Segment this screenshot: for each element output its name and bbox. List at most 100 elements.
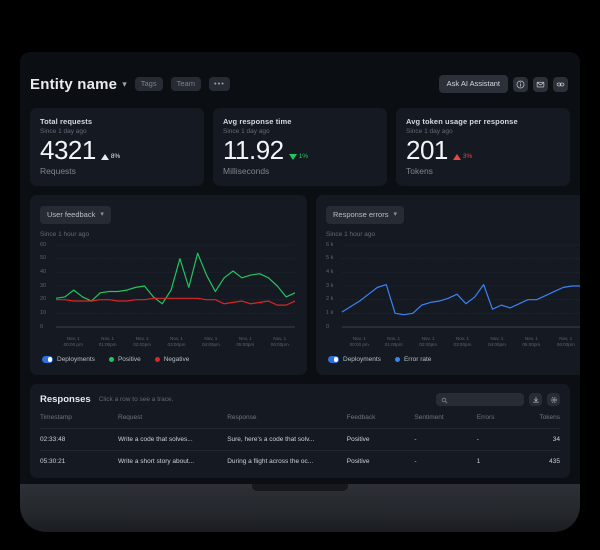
legend-label: Error rate bbox=[404, 356, 431, 363]
column-timestamp[interactable]: Timestamp bbox=[40, 414, 118, 429]
y-axis-tick: 3 k bbox=[326, 283, 333, 289]
cell-response: Sure, here's a code that solv... bbox=[227, 429, 347, 451]
chart-line-positive bbox=[56, 253, 295, 304]
page-title: Entity name bbox=[30, 76, 117, 93]
column-request[interactable]: Request bbox=[118, 414, 227, 429]
card-delta: 8% bbox=[101, 153, 120, 160]
chart-plot-response-errors: 6 k5 k4 k3 k2 k1 k0 bbox=[326, 242, 580, 335]
metric-card-avg-token-usage[interactable]: Avg token usage per response Since 1 day… bbox=[396, 108, 570, 186]
column-sentiment[interactable]: Sentiment bbox=[414, 414, 476, 429]
table-row[interactable]: 05:30:21 Write a short story about... Du… bbox=[40, 451, 560, 473]
chevron-down-icon[interactable]: ▾ bbox=[122, 79, 127, 90]
gear-icon[interactable] bbox=[547, 393, 560, 406]
column-response[interactable]: Response bbox=[227, 414, 347, 429]
response-errors-selector[interactable]: Response errors ▾ bbox=[326, 206, 404, 224]
user-feedback-selector[interactable]: User feedback ▾ bbox=[40, 206, 111, 224]
y-axis-tick: 2 k bbox=[326, 296, 333, 302]
toggle-icon[interactable] bbox=[42, 356, 53, 363]
x-axis-response-errors: Nov, 100:00 pmNov, 101:00pmNov, 102:00pm… bbox=[342, 336, 580, 348]
legend-user-feedback: Deployments Positive Negative bbox=[42, 356, 297, 363]
x-axis-tick: Nov, 101:00pm bbox=[90, 336, 124, 348]
column-feedback[interactable]: Feedback bbox=[347, 414, 415, 429]
toggle-icon[interactable] bbox=[328, 356, 339, 363]
cell-response: During a flight across the oc... bbox=[227, 451, 347, 473]
link-icon[interactable] bbox=[553, 77, 568, 92]
x-axis-tick: Nov, 104:00pm bbox=[194, 336, 228, 348]
legend-item-positive[interactable]: Positive bbox=[109, 356, 141, 363]
y-axis-tick: 0 bbox=[40, 324, 43, 330]
chevron-down-icon: ▾ bbox=[100, 211, 104, 218]
column-tokens[interactable]: Tokens bbox=[524, 414, 560, 429]
card-delta-value: 8% bbox=[111, 153, 120, 160]
table-header-row: Timestamp Request Response Feedback Sent… bbox=[40, 414, 560, 429]
x-axis-tick: Nov, 104:00pm bbox=[480, 336, 514, 348]
x-axis-tick: Nov, 100:00 pm bbox=[56, 336, 90, 348]
responses-table: Timestamp Request Response Feedback Sent… bbox=[40, 414, 560, 472]
card-delta: 3% bbox=[453, 153, 472, 160]
y-axis-tick: 0 bbox=[326, 324, 329, 330]
chart-plot-user-feedback: 6050403020100 bbox=[40, 242, 297, 335]
table-row[interactable]: 02:33:48 Write a code that solves... Sur… bbox=[40, 429, 560, 451]
legend-item-negative[interactable]: Negative bbox=[155, 356, 190, 363]
search-icon bbox=[441, 391, 448, 409]
metric-card-avg-response-time[interactable]: Avg response time Since 1 day ago 11.92 … bbox=[213, 108, 387, 186]
laptop-screen: Entity name ▾ Tags Team ••• Ask AI Assis… bbox=[20, 52, 580, 484]
panel-subtitle: Since 1 hour ago bbox=[40, 231, 297, 238]
card-value: 4321 bbox=[40, 137, 96, 163]
responses-title: Responses bbox=[40, 394, 91, 405]
card-delta: 1% bbox=[289, 153, 308, 160]
legend-label: Deployments bbox=[57, 356, 95, 363]
download-icon[interactable] bbox=[529, 393, 542, 406]
y-axis-tick: 50 bbox=[40, 255, 46, 261]
card-subtitle: Since 1 day ago bbox=[40, 128, 194, 135]
arrow-up-icon bbox=[453, 154, 461, 160]
y-axis-tick: 60 bbox=[40, 242, 46, 248]
card-value: 201 bbox=[406, 137, 448, 163]
card-delta-value: 1% bbox=[299, 153, 308, 160]
card-subtitle: Since 1 day ago bbox=[406, 128, 560, 135]
cell-tokens: 435 bbox=[524, 451, 560, 473]
metric-card-total-requests[interactable]: Total requests Since 1 day ago 4321 8% R… bbox=[30, 108, 204, 186]
cell-errors: - bbox=[477, 429, 524, 451]
x-axis-tick: Nov, 103:00pm bbox=[445, 336, 479, 348]
panel-user-feedback: User feedback ▾ Since 1 hour ago 6050403… bbox=[30, 195, 307, 375]
chip-team[interactable]: Team bbox=[171, 77, 201, 91]
legend-item-deployments[interactable]: Deployments bbox=[328, 356, 381, 363]
chip-more[interactable]: ••• bbox=[209, 77, 230, 91]
x-axis-user-feedback: Nov, 100:00 pmNov, 101:00pmNov, 102:00pm… bbox=[56, 336, 297, 348]
cell-feedback: Positive bbox=[347, 451, 415, 473]
card-unit: Tokens bbox=[406, 166, 560, 176]
x-axis-tick: Nov, 102:00pm bbox=[411, 336, 445, 348]
arrow-up-icon bbox=[101, 154, 109, 160]
chip-tags[interactable]: Tags bbox=[135, 77, 163, 91]
selector-label: User feedback bbox=[47, 211, 95, 219]
laptop-notch bbox=[252, 484, 348, 491]
search-input[interactable] bbox=[452, 396, 519, 403]
search-box[interactable] bbox=[436, 393, 524, 406]
y-axis-tick: 5 k bbox=[326, 255, 333, 261]
y-axis-tick: 4 k bbox=[326, 269, 333, 275]
legend-item-deployments[interactable]: Deployments bbox=[42, 356, 95, 363]
legend-label: Deployments bbox=[343, 356, 381, 363]
x-axis-tick: Nov, 102:00pm bbox=[125, 336, 159, 348]
cell-errors: 1 bbox=[477, 451, 524, 473]
laptop-shell: Entity name ▾ Tags Team ••• Ask AI Assis… bbox=[0, 0, 600, 550]
legend-item-error-rate[interactable]: Error rate bbox=[395, 356, 431, 363]
mail-icon[interactable] bbox=[533, 77, 548, 92]
responses-hint: Click a row to see a trace. bbox=[99, 396, 174, 403]
arrow-down-icon bbox=[289, 154, 297, 160]
x-axis-tick: Nov, 105:00pm bbox=[514, 336, 548, 348]
header-actions: Ask AI Assistant bbox=[439, 75, 568, 93]
x-axis-tick: Nov, 106:00pm bbox=[549, 336, 580, 348]
ask-ai-assistant-button[interactable]: Ask AI Assistant bbox=[439, 75, 508, 93]
cell-sentiment: - bbox=[414, 429, 476, 451]
y-axis-tick: 1 k bbox=[326, 310, 333, 316]
x-axis-tick: Nov, 100:00 pm bbox=[342, 336, 376, 348]
column-errors[interactable]: Errors bbox=[477, 414, 524, 429]
responses-panel: Responses Click a row to see a trace. bbox=[30, 384, 570, 478]
metric-cards: Total requests Since 1 day ago 4321 8% R… bbox=[20, 108, 580, 186]
chart-line-error-rate bbox=[342, 284, 580, 314]
chevron-down-icon: ▾ bbox=[393, 211, 397, 218]
card-subtitle: Since 1 day ago bbox=[223, 128, 377, 135]
info-icon[interactable] bbox=[513, 77, 528, 92]
